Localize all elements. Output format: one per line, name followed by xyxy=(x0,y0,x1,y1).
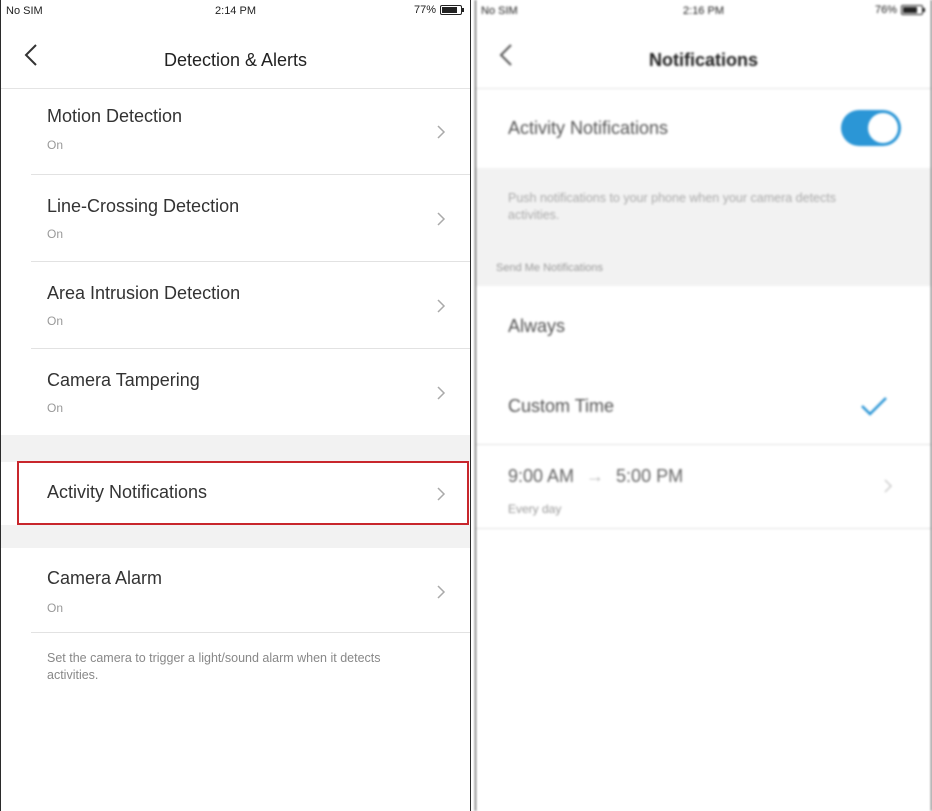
camera-alarm-description: Set the camera to trigger a light/sound … xyxy=(47,651,381,682)
push-notifications-description: Push notifications to your phone when yo… xyxy=(508,191,836,222)
chevron-right-icon xyxy=(884,479,893,493)
list-item-motion-detection[interactable]: Motion Detection On xyxy=(31,88,470,175)
repeat-label: Every day xyxy=(508,502,562,516)
item-label: Area Intrusion Detection xyxy=(47,283,241,303)
carrier-label: No SIM xyxy=(6,5,43,17)
item-label: Activity Notifications xyxy=(47,482,208,502)
detection-alerts-screen: No SIM 2:14 PM 77% Detection & Alerts Mo… xyxy=(0,0,471,811)
item-status: On xyxy=(47,138,64,152)
nav-bar: Notifications xyxy=(476,22,931,89)
toggle-label: Activity Notifications xyxy=(508,118,669,138)
carrier-label: No SIM xyxy=(481,5,518,17)
start-time: 9:00 AM xyxy=(508,466,575,486)
list-item-area-intrusion[interactable]: Area Intrusion Detection On xyxy=(31,261,470,349)
battery-percent: 77% xyxy=(413,4,436,16)
battery-icon xyxy=(440,5,464,15)
item-label: Motion Detection xyxy=(47,106,183,126)
page-title: Detection & Alerts xyxy=(163,50,308,70)
chevron-right-icon xyxy=(437,125,446,139)
battery-percent: 76% xyxy=(874,4,897,16)
chevron-right-icon xyxy=(437,299,446,313)
end-time: 5:00 PM xyxy=(616,466,684,486)
option-label: Custom Time xyxy=(508,396,615,416)
section-spacer xyxy=(1,525,470,548)
chevron-right-icon xyxy=(437,386,446,400)
status-bar: No SIM 2:14 PM 77% xyxy=(1,0,470,22)
list-item-camera-alarm[interactable]: Camera Alarm On xyxy=(31,548,470,633)
list-item-camera-tampering[interactable]: Camera Tampering On xyxy=(31,348,470,435)
list-item-activity-notifications[interactable]: Activity Notifications xyxy=(1,462,470,524)
item-label: Line-Crossing Detection xyxy=(47,196,240,216)
item-label: Camera Alarm xyxy=(47,568,163,588)
status-bar: No SIM 2:16 PM 76% xyxy=(476,0,931,22)
battery-icon xyxy=(901,5,925,15)
status-time: 2:14 PM xyxy=(215,5,256,17)
item-status: On xyxy=(47,314,64,328)
activity-notifications-toggle[interactable] xyxy=(841,110,901,146)
item-label: Camera Tampering xyxy=(47,370,200,390)
page-title: Notifications xyxy=(648,50,758,70)
arrow-right-icon: → xyxy=(586,466,605,486)
option-label: Always xyxy=(508,316,566,336)
chevron-right-icon xyxy=(437,585,446,599)
option-always[interactable]: Always xyxy=(476,286,931,366)
item-status: On xyxy=(47,401,64,415)
item-status: On xyxy=(47,601,64,615)
chevron-right-icon xyxy=(437,487,446,501)
status-time: 2:16 PM xyxy=(683,5,724,17)
list-item-line-crossing[interactable]: Line-Crossing Detection On xyxy=(31,174,470,262)
notifications-screen: No SIM 2:16 PM 76% Notifications Activit… xyxy=(475,0,932,811)
chevron-right-icon xyxy=(437,212,446,226)
section-header: Send Me Notifications xyxy=(476,250,931,286)
section-spacer xyxy=(1,435,470,462)
item-status: On xyxy=(47,227,64,241)
checkmark-icon xyxy=(861,397,887,416)
nav-bar: Detection & Alerts xyxy=(1,22,470,89)
screenshot-comparison: No SIM 2:14 PM 77% Detection & Alerts Mo… xyxy=(0,0,932,811)
